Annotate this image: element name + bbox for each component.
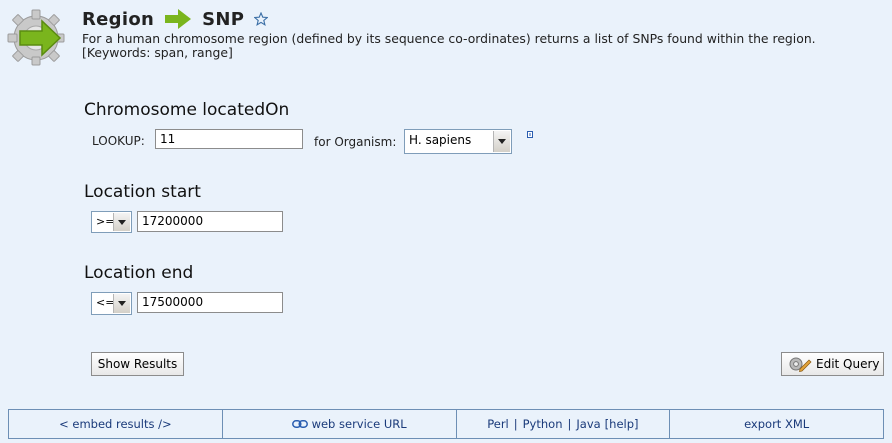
location-start-title: Location start xyxy=(84,182,201,202)
python-link[interactable]: Python xyxy=(523,417,563,431)
lookup-label: LOOKUP: xyxy=(92,134,145,148)
chevron-down-icon xyxy=(493,131,510,152)
export-xml-cell: export XML xyxy=(670,410,883,438)
web-service-cell: web service URL xyxy=(223,410,457,438)
title-from: Region xyxy=(82,8,155,30)
chromosome-lookup-input[interactable]: 11 xyxy=(155,129,303,149)
star-favorite-icon[interactable] xyxy=(254,12,269,26)
template-gear-arrow-icon xyxy=(7,9,65,66)
show-results-label: Show Results xyxy=(97,357,178,371)
location-end-input[interactable]: 17500000 xyxy=(137,292,283,313)
chevron-down-icon xyxy=(113,213,130,231)
separator: | xyxy=(567,417,572,431)
web-service-url-link[interactable]: web service URL xyxy=(312,417,407,431)
page-title: Region SNP xyxy=(82,8,269,30)
edit-query-label: Edit Query xyxy=(816,357,880,371)
description-text: For a human chromosome region (defined b… xyxy=(82,31,816,46)
gear-pencil-icon xyxy=(789,357,812,372)
embed-results-cell: < embed results /> xyxy=(9,410,223,438)
export-xml-link[interactable]: export XML xyxy=(744,417,809,431)
info-icon[interactable] xyxy=(527,131,533,138)
chevron-down-icon xyxy=(113,294,130,313)
end-operator-select[interactable]: <= xyxy=(91,292,132,315)
chromosome-section-title: Chromosome locatedOn xyxy=(84,100,290,120)
end-operator-value: <= xyxy=(96,296,115,309)
organism-select[interactable]: H. sapiens xyxy=(404,129,512,154)
code-languages-cell: Perl | Python | Java [help] xyxy=(457,410,671,438)
help-link[interactable]: [help] xyxy=(605,417,639,431)
template-description: For a human chromosome region (defined b… xyxy=(82,32,882,60)
separator: | xyxy=(513,417,518,431)
start-operator-value: >= xyxy=(96,215,115,228)
title-to: SNP xyxy=(202,8,245,30)
embed-results-link[interactable]: < embed results /> xyxy=(59,417,172,431)
organism-select-value: H. sapiens xyxy=(409,133,472,147)
java-link[interactable]: Java xyxy=(576,417,600,431)
location-start-input[interactable]: 17200000 xyxy=(137,211,283,232)
results-footer-bar: < embed results /> web service URL Perl … xyxy=(8,409,884,439)
perl-link[interactable]: Perl xyxy=(487,417,509,431)
green-arrow-icon xyxy=(165,9,192,29)
chain-link-icon xyxy=(291,420,308,428)
start-operator-select[interactable]: >= xyxy=(91,211,132,233)
organism-label: for Organism: xyxy=(314,135,397,149)
edit-query-button[interactable]: Edit Query xyxy=(781,352,884,376)
location-end-title: Location end xyxy=(84,263,194,283)
show-results-button[interactable]: Show Results xyxy=(91,352,184,376)
keywords-text: [Keywords: span, range] xyxy=(82,45,233,60)
